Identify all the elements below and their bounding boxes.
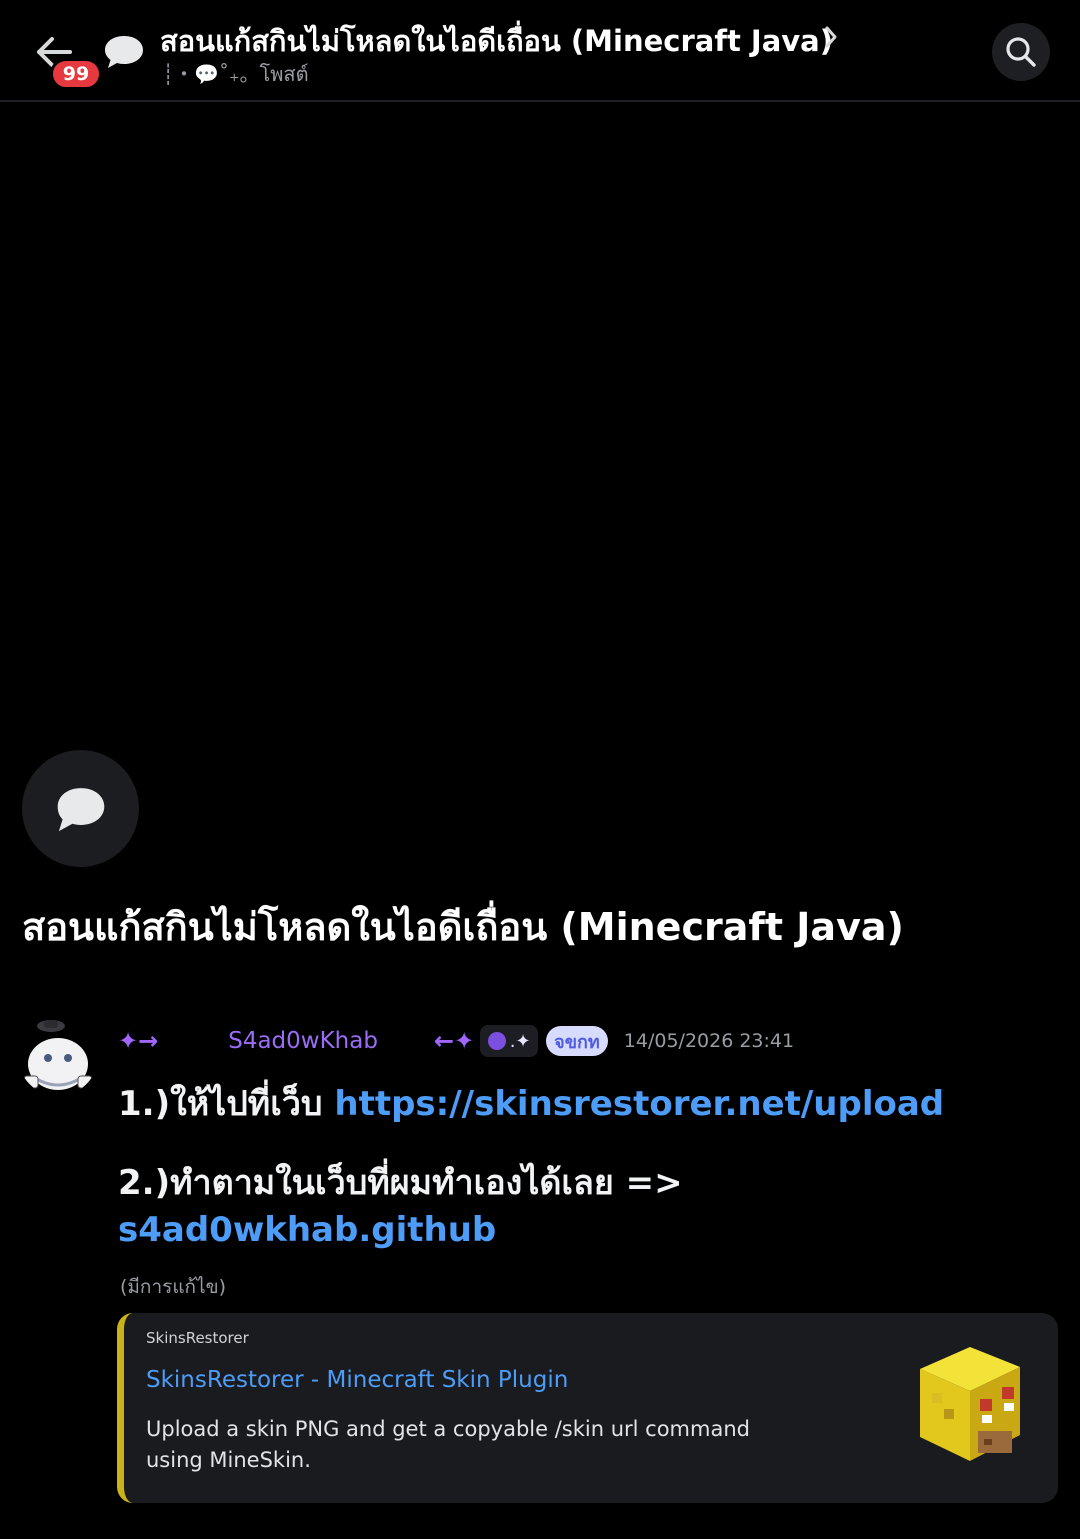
- embed-thumbnail[interactable]: [910, 1339, 1030, 1469]
- github-link[interactable]: s4ad0wkhab.github: [118, 1210, 496, 1250]
- link-embed: SkinsRestorer SkinsRestorer - Minecraft …: [117, 1313, 1058, 1503]
- message-line-1: 1.)ให้ไปที่เว็บ https://skinsrestorer.ne…: [118, 1076, 944, 1130]
- header-bar: 99 สอนแก้สกินไม่โหลดในไอดีเถื่อน (Minecr…: [0, 0, 1080, 102]
- embed-provider: SkinsRestorer: [146, 1329, 249, 1347]
- skinsrestorer-link[interactable]: https://skinsrestorer.net/upload: [334, 1084, 944, 1124]
- avatar-image: [18, 1016, 98, 1096]
- timestamp: 14/05/2026 23:41: [623, 1030, 795, 1052]
- chat-bubble-icon: [105, 36, 143, 68]
- role-icon[interactable]: .✦: [480, 1025, 539, 1057]
- embed-description: Upload a skin PNG and get a copyable /sk…: [146, 1417, 750, 1472]
- op-tag: จขกท: [546, 1026, 608, 1056]
- message-text-1: 1.)ให้ไปที่เว็บ: [118, 1084, 335, 1124]
- role-emoji-icon: [487, 1032, 506, 1050]
- search-button[interactable]: [992, 23, 1050, 81]
- thread-title: สอนแก้สกินไม่โหลดในไอดีเถื่อน (Minecraft…: [22, 905, 904, 949]
- unread-badge: 99: [50, 58, 102, 90]
- chat-bubble-icon: [57, 787, 104, 831]
- username-prefix-decoration: ✦→: [118, 1027, 159, 1055]
- avatar[interactable]: [18, 1016, 98, 1096]
- embed-title-link[interactable]: SkinsRestorer - Minecraft Skin Plugin: [146, 1367, 568, 1393]
- search-icon: [1006, 37, 1036, 67]
- channel-label[interactable]: ┊・💬˚₊。โพสต์: [162, 58, 309, 90]
- username-suffix-decoration: ←✦: [433, 1027, 475, 1055]
- message-line-2: 2.)ทำตามในเว็บที่ผมทำเองได้เลย =>: [118, 1163, 683, 1203]
- role-icon-text: .✦: [509, 1030, 531, 1052]
- message-header: ✦→ S4ad0wKhab ←✦ .✦ จขกท 14/05/2026 23:4…: [118, 1022, 794, 1060]
- username[interactable]: S4ad0wKhab: [228, 1028, 378, 1054]
- thread-icon-large: [22, 750, 139, 867]
- chevron-right-icon[interactable]: [820, 22, 842, 52]
- edited-label: (มีการแก้ไข): [120, 1276, 227, 1298]
